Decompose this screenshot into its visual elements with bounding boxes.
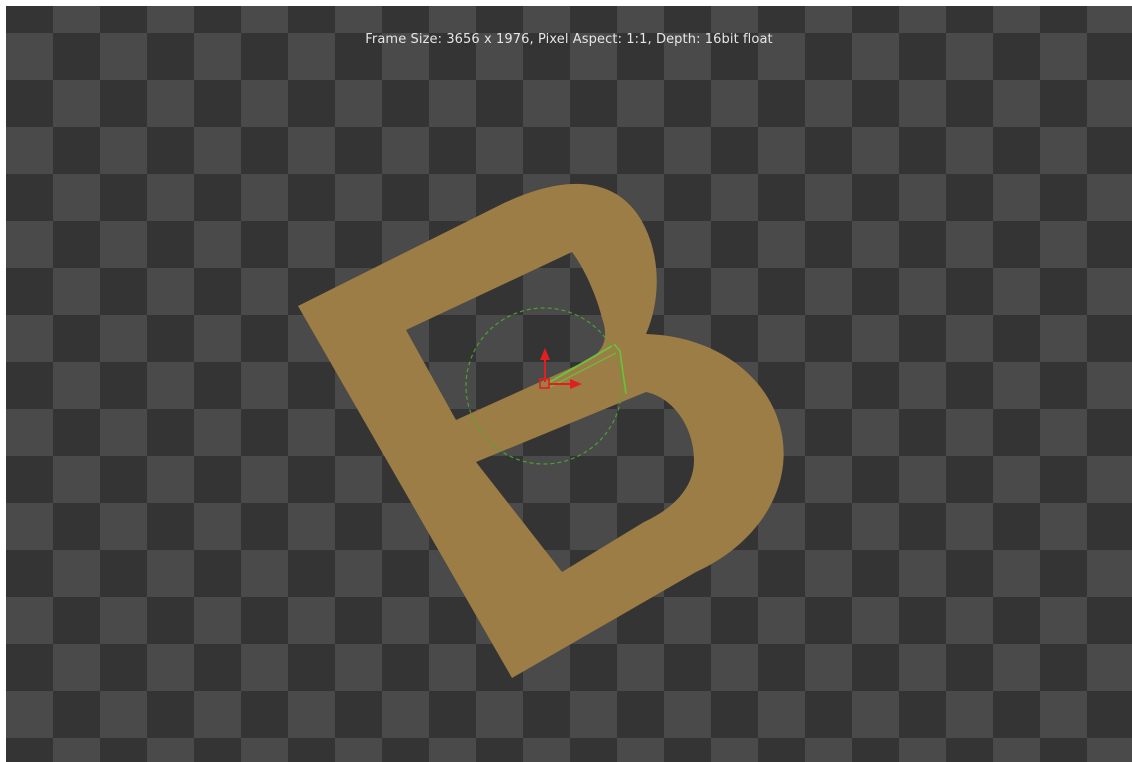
- viewer-canvas[interactable]: Frame Size: 3656 x 1976, Pixel Aspect: 1…: [6, 6, 1132, 762]
- viewer-overlay: [298, 183, 784, 679]
- letter-b-shape[interactable]: [298, 183, 784, 679]
- letter-b-layer[interactable]: [298, 183, 784, 679]
- move-y-arrow-icon[interactable]: [540, 348, 550, 382]
